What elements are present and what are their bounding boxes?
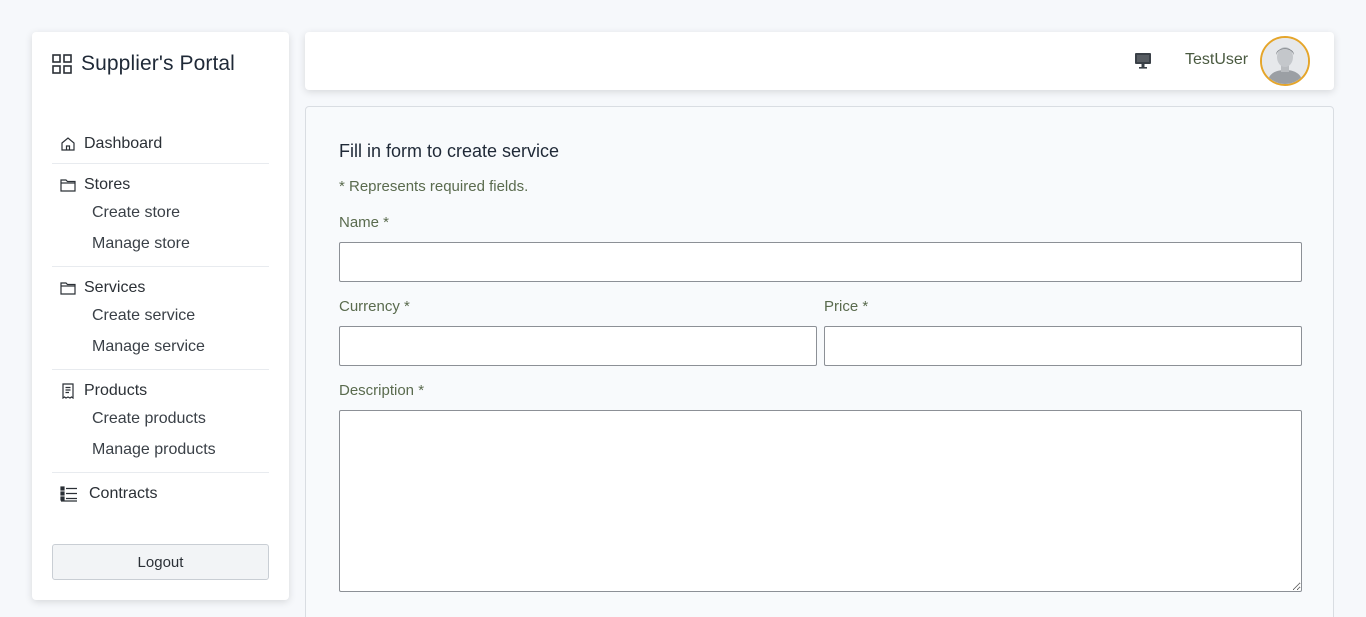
sidebar-item-products[interactable]: Products: [52, 379, 269, 403]
brand-title: Supplier's Portal: [81, 52, 235, 75]
sidebar-subitem-create-service[interactable]: Create service: [52, 300, 269, 331]
sidebar-item-label: Services: [84, 279, 146, 296]
nav-group-contracts: Contracts: [52, 482, 269, 513]
monitor-button[interactable]: [1134, 52, 1154, 70]
sidebar-subitem-create-store[interactable]: Create store: [52, 197, 269, 228]
name-input[interactable]: [339, 242, 1302, 282]
sidebar-item-label: Contracts: [89, 485, 158, 502]
sidebar: Supplier's Portal Dashboard Stores Creat…: [32, 32, 289, 600]
avatar[interactable]: [1260, 36, 1310, 86]
sidebar-item-label: Products: [84, 382, 148, 399]
sidebar-subitem-manage-store[interactable]: Manage store: [52, 228, 269, 259]
sidebar-item-contracts[interactable]: Contracts: [52, 482, 269, 506]
sidebar-subitem-manage-service[interactable]: Manage service: [52, 331, 269, 362]
required-note: * Represents required fields.: [339, 178, 529, 195]
price-label: Price *: [824, 298, 869, 315]
form-title: Fill in form to create service: [339, 141, 560, 161]
folder-icon: [60, 179, 76, 192]
user-avatar-icon: [1262, 38, 1308, 84]
description-label: Description *: [339, 382, 425, 399]
brand[interactable]: Supplier's Portal: [52, 52, 235, 76]
nav-group-services: Services Create service Manage service: [52, 276, 269, 370]
sidebar-item-stores[interactable]: Stores: [52, 173, 269, 197]
create-service-form: Fill in form to create service * Represe…: [305, 106, 1334, 617]
sidebar-item-services[interactable]: Services: [52, 276, 269, 300]
document-list-icon: [60, 486, 77, 502]
currency-label: Currency *: [339, 298, 410, 315]
price-input[interactable]: [824, 326, 1302, 366]
description-textarea[interactable]: [339, 410, 1302, 592]
sidebar-item-dashboard[interactable]: Dashboard: [52, 132, 269, 156]
sidebar-subitem-create-products[interactable]: Create products: [52, 403, 269, 434]
logout-button[interactable]: Logout: [52, 544, 269, 580]
nav-group-products: Products Create products Manage products: [52, 379, 269, 473]
receipt-icon: [62, 383, 74, 399]
top-bar: TestUser: [305, 32, 1334, 90]
sidebar-item-label: Stores: [84, 176, 131, 193]
nav-group-stores: Stores Create store Manage store: [52, 173, 269, 267]
sidebar-item-label: Dashboard: [84, 135, 163, 152]
sidebar-nav: Dashboard Stores Create store Manage sto…: [52, 132, 269, 522]
monitor-icon: [1135, 53, 1151, 69]
username[interactable]: TestUser: [1185, 51, 1248, 69]
grid-icon: [52, 54, 72, 74]
folder-icon: [60, 282, 76, 295]
currency-input[interactable]: [339, 326, 817, 366]
name-label: Name *: [339, 214, 390, 231]
home-icon: [61, 137, 75, 151]
sidebar-subitem-manage-products[interactable]: Manage products: [52, 434, 269, 465]
nav-group-dashboard: Dashboard: [52, 132, 269, 164]
